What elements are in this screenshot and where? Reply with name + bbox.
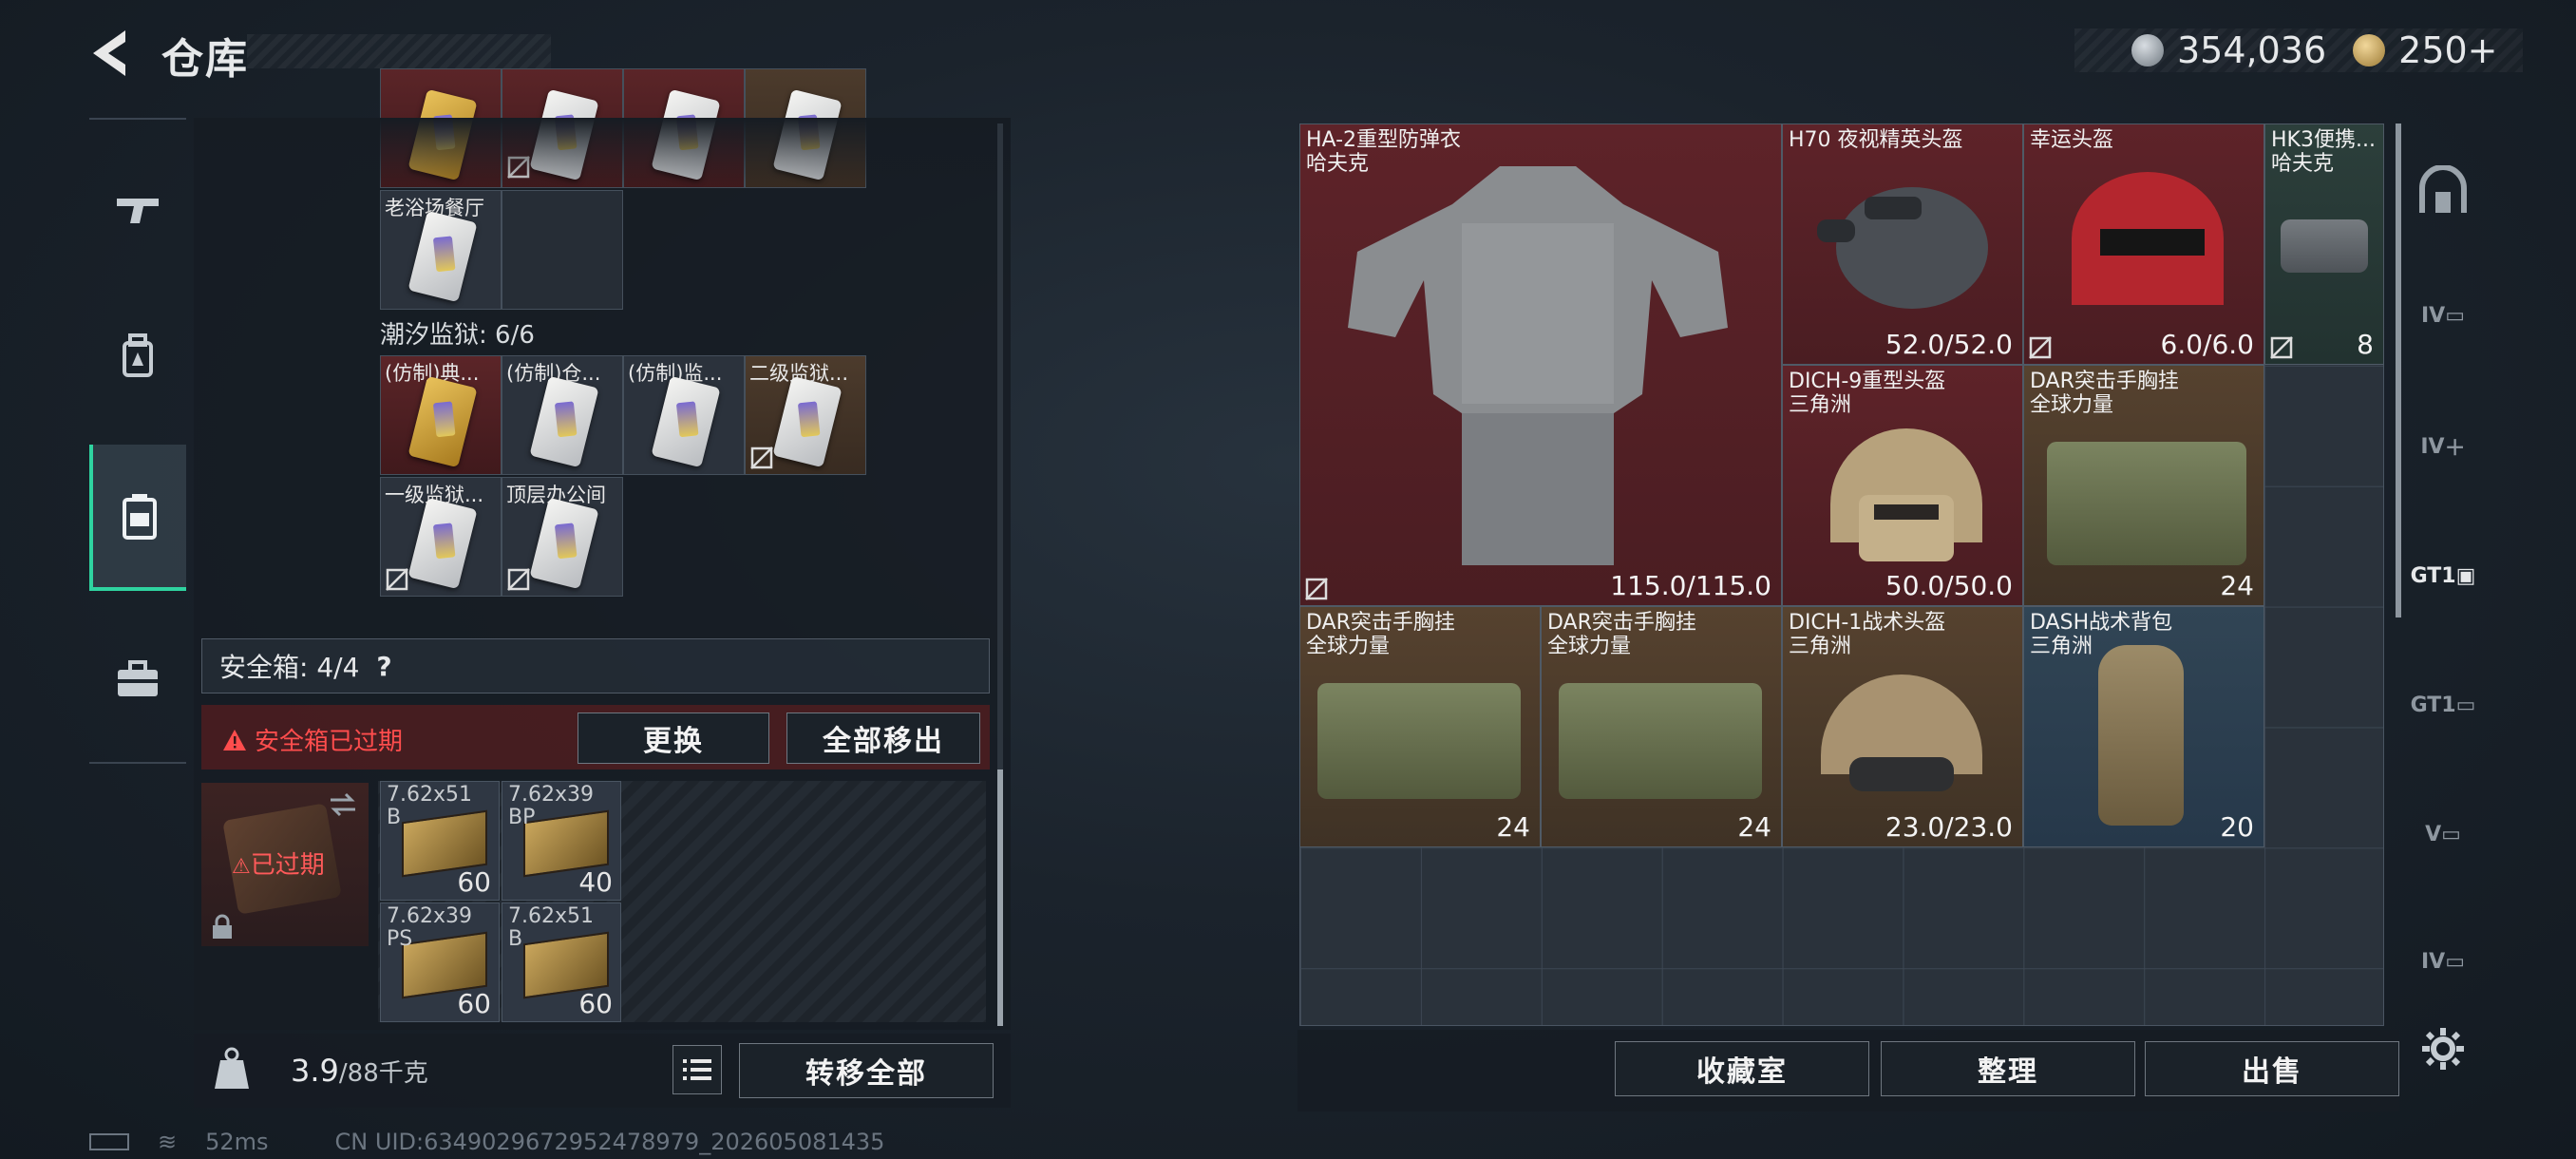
no-transfer-icon bbox=[2270, 336, 2293, 359]
red-helmet-icon bbox=[2072, 172, 2224, 305]
backpack-icon bbox=[123, 333, 153, 377]
sort-button[interactable]: 整理 bbox=[1881, 1041, 2135, 1096]
chest-rig-icon bbox=[1317, 683, 1521, 799]
inventory-slot[interactable]: (仿制)仓... bbox=[502, 355, 623, 475]
item-chest-rig[interactable]: DAR突击手胸挂 全球力量 24 bbox=[2023, 365, 2264, 606]
chest-rig-icon bbox=[1559, 683, 1762, 799]
rail-container[interactable] bbox=[89, 445, 186, 591]
gold-coin-icon bbox=[2353, 34, 2386, 66]
keycard-icon bbox=[407, 210, 478, 303]
no-transfer-icon bbox=[750, 446, 773, 469]
title-decoration bbox=[247, 34, 551, 68]
item-helmet-h70[interactable]: H70 夜视精英头盔 52.0/52.0 bbox=[1782, 124, 2023, 365]
scroll-fade bbox=[194, 118, 1011, 190]
replace-button[interactable]: 更换 bbox=[578, 712, 769, 764]
inventory-slot[interactable]: (仿制)典... bbox=[380, 355, 502, 475]
ammo-item[interactable]: 7.62x39 BP 40 bbox=[502, 781, 621, 901]
keycard-icon bbox=[772, 375, 843, 468]
item-chest-rig[interactable]: DAR突击手胸挂 全球力量 24 bbox=[1541, 606, 1782, 847]
sell-button[interactable]: 出售 bbox=[2145, 1041, 2399, 1096]
item-hk3-bag[interactable]: HK3便携... 哈夫克 8 bbox=[2264, 124, 2384, 365]
transfer-all-button[interactable]: 转移全部 bbox=[739, 1043, 994, 1098]
section-title: 潮汐监狱: 6/6 bbox=[380, 321, 535, 350]
warning-icon bbox=[223, 729, 246, 750]
back-button[interactable] bbox=[87, 27, 133, 80]
left-scroll-thumb[interactable] bbox=[997, 770, 1003, 1026]
expired-badge: ⚠已过期 bbox=[232, 851, 325, 880]
ammo-item[interactable]: 7.62x39 PS 60 bbox=[380, 902, 500, 1022]
bag-icon bbox=[2281, 219, 2368, 273]
keycard-icon bbox=[651, 375, 721, 468]
rail-storage-2[interactable]: IV ＋ bbox=[2413, 416, 2473, 477]
night-vision-helmet-icon bbox=[1817, 187, 1988, 309]
vault-icon bbox=[2419, 165, 2467, 213]
back-arrow-icon bbox=[93, 30, 125, 76]
keycard-icon bbox=[529, 375, 599, 468]
rail-equipment[interactable] bbox=[89, 283, 186, 429]
chest-rig-icon bbox=[2047, 442, 2246, 565]
inventory-slot[interactable]: 顶层办公间 bbox=[502, 477, 623, 597]
inventory-slot[interactable]: 一级监狱... bbox=[380, 477, 502, 597]
safebox-header: 安全箱: 4/4 ? bbox=[201, 638, 990, 694]
warning-message: 安全箱已过期 bbox=[222, 722, 403, 757]
gear-icon bbox=[2422, 1028, 2464, 1070]
right-scrollbar[interactable] bbox=[2396, 124, 2401, 618]
item-helmet-dich9[interactable]: DICH-9重型头盔 三角洲 50.0/50.0 bbox=[1782, 365, 2023, 606]
safebox-label: 安全箱: 4/4 bbox=[219, 652, 360, 683]
rail-home[interactable] bbox=[2413, 162, 2473, 222]
inventory-slot[interactable]: 二级监狱... bbox=[745, 355, 866, 475]
weight-icon bbox=[215, 1047, 249, 1089]
no-transfer-icon bbox=[507, 568, 530, 591]
rail-storage-5[interactable]: V ▭ bbox=[2413, 804, 2473, 864]
rail-storage-1[interactable]: IV ▭ bbox=[2413, 285, 2473, 346]
case-icon bbox=[123, 494, 157, 540]
heavy-helmet-icon bbox=[1830, 428, 1982, 561]
silver-coin-icon bbox=[2131, 34, 2164, 66]
currency-display: 354,036 250+ bbox=[2074, 28, 2523, 72]
no-transfer-icon bbox=[1305, 578, 1328, 600]
gold-amount[interactable]: 250+ bbox=[2398, 29, 2497, 71]
item-dash-backpack[interactable]: DASH战术背包 三角洲 20 bbox=[2023, 606, 2264, 847]
no-transfer-icon bbox=[386, 568, 408, 591]
body-armor-icon bbox=[1348, 166, 1728, 565]
lock-icon bbox=[213, 914, 232, 939]
rail-toolbox[interactable] bbox=[89, 606, 186, 752]
category-rail bbox=[89, 118, 186, 764]
list-icon bbox=[683, 1059, 711, 1080]
rail-weapons[interactable] bbox=[89, 137, 186, 283]
status-line: ≋ 52ms CN UID:6349029672952478979_202605… bbox=[89, 1129, 884, 1155]
gun-icon bbox=[117, 199, 159, 223]
toolbox-icon bbox=[118, 660, 158, 696]
ammo-item[interactable]: 7.62x51 B 60 bbox=[380, 781, 500, 901]
page-title: 仓库 bbox=[161, 35, 249, 84]
rail-storage-4[interactable]: GT1 ▭ bbox=[2411, 674, 2476, 735]
list-view-button[interactable] bbox=[672, 1045, 722, 1094]
inventory-slot[interactable]: 老浴场餐厅 bbox=[380, 190, 502, 310]
help-button[interactable]: ? bbox=[376, 651, 391, 682]
item-body-armor[interactable]: HA-2重型防弹衣 哈夫克 115.0/115.0 bbox=[1299, 124, 1782, 606]
tactical-helmet-icon bbox=[1821, 674, 1982, 791]
ammo-item[interactable]: 7.62x51 B 60 bbox=[502, 902, 621, 1022]
silver-amount: 354,036 bbox=[2177, 29, 2327, 71]
weight-readout: 3.9/88千克 bbox=[291, 1053, 428, 1089]
backpack-icon bbox=[2098, 645, 2184, 826]
no-transfer-icon bbox=[2029, 336, 2052, 359]
swap-icon bbox=[331, 792, 355, 817]
settings-button[interactable] bbox=[2413, 1018, 2473, 1079]
rail-storage-3[interactable]: GT1 ▣ bbox=[2411, 545, 2476, 606]
item-helmet-lucky[interactable]: 幸运头盔 6.0/6.0 bbox=[2023, 124, 2264, 365]
move-all-out-button[interactable]: 全部移出 bbox=[786, 712, 980, 764]
keycard-icon bbox=[529, 497, 599, 590]
wifi-icon: ≋ bbox=[158, 1129, 178, 1155]
inventory-slot[interactable]: (仿制)监... bbox=[623, 355, 745, 475]
collection-button[interactable]: 收藏室 bbox=[1615, 1041, 1869, 1096]
empty-slot[interactable] bbox=[502, 190, 623, 310]
item-helmet-dich1[interactable]: DICH-1战术头盔 三角洲 23.0/23.0 bbox=[1782, 606, 2023, 847]
keycard-icon bbox=[407, 375, 478, 468]
battery-icon bbox=[89, 1133, 129, 1150]
item-chest-rig[interactable]: DAR突击手胸挂 全球力量 24 bbox=[1299, 606, 1541, 847]
rail-storage-6[interactable]: IV ▭ bbox=[2413, 931, 2473, 992]
keycard-icon bbox=[407, 497, 478, 590]
